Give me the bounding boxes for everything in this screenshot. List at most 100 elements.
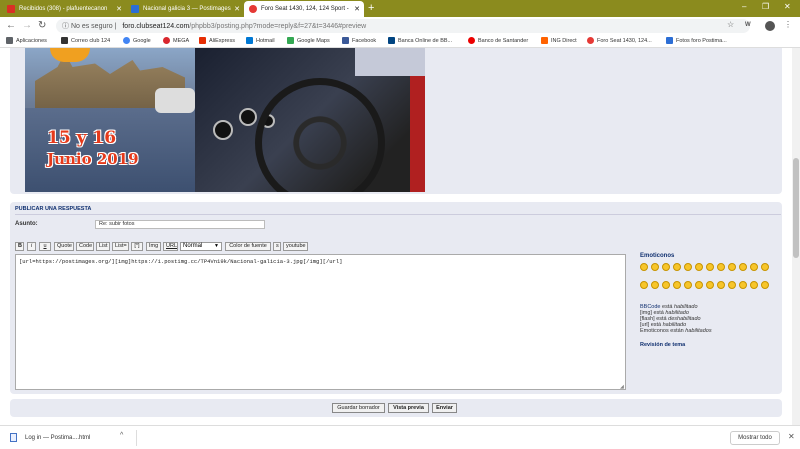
quote-button[interactable]: Quote	[54, 242, 74, 251]
browser-chrome: Recibidos (308) - plafuentecanon ✕ Nacio…	[0, 0, 800, 48]
bookmark-item[interactable]: ING Direct	[541, 37, 577, 44]
close-tab-icon[interactable]: ✕	[354, 5, 360, 13]
tab-postimages[interactable]: Nacional galicia 3 — Postimages ✕	[126, 1, 244, 17]
emoticon-icon[interactable]	[651, 263, 659, 271]
avatar[interactable]	[765, 21, 775, 31]
forward-icon[interactable]: →	[22, 20, 32, 31]
topic-review-link[interactable]: Revisión de tema	[640, 342, 685, 348]
maximize-button[interactable]: ❐	[762, 2, 769, 11]
bookmark-item[interactable]: AliExpress	[199, 37, 235, 44]
emoticon-icon[interactable]	[706, 263, 714, 271]
bookmark-item[interactable]: MEGA	[163, 37, 189, 44]
strike-button[interactable]: s	[273, 242, 281, 251]
emoticon-icon[interactable]	[739, 281, 747, 289]
emoticon-icon[interactable]	[750, 263, 758, 271]
code-button[interactable]: Code	[76, 242, 94, 251]
google-icon	[123, 37, 130, 44]
poster-date-month: Junio 2019	[47, 150, 139, 168]
seat-icon	[249, 5, 257, 13]
emoticon-icon[interactable]	[717, 263, 725, 271]
submit-button[interactable]: Enviar	[432, 403, 457, 413]
underline-button[interactable]: u	[39, 242, 51, 251]
emoticon-icon[interactable]	[662, 263, 670, 271]
tab-gmail[interactable]: Recibidos (308) - plafuentecanon ✕	[2, 1, 126, 17]
emoticon-icon[interactable]	[728, 263, 736, 271]
emoticons-grid	[640, 262, 780, 298]
chevron-down-icon: ▼	[214, 243, 219, 249]
bbcode-status: BBCode está habilitado [img] está habili…	[640, 304, 712, 334]
bold-button[interactable]: B	[15, 242, 24, 251]
message-textarea[interactable]: [url=https://postimages.org/][img]https:…	[15, 254, 626, 390]
url-bar[interactable]: ⓘ No es seguro | foro.clubseat124.com/ph…	[56, 19, 750, 33]
emoticon-icon[interactable]	[695, 263, 703, 271]
list-button[interactable]: List	[96, 242, 110, 251]
emoticon-icon[interactable]	[673, 281, 681, 289]
scrollbar-thumb[interactable]	[793, 158, 799, 258]
emoticon-icon[interactable]	[684, 263, 692, 271]
img-button[interactable]: Img	[146, 242, 161, 251]
bookmark-item[interactable]: Google Maps	[287, 37, 330, 44]
bookmark-item[interactable]: Facebook	[342, 37, 376, 44]
bookmark-apps[interactable]: Aplicaciones	[6, 37, 47, 44]
chevron-up-icon[interactable]: ^	[120, 432, 123, 439]
mega-icon	[163, 37, 170, 44]
santander-icon	[468, 37, 475, 44]
close-window-button[interactable]: ✕	[784, 2, 791, 11]
apps-icon	[6, 37, 13, 44]
subject-input[interactable]: Re: subir fotos	[95, 220, 265, 229]
emoticon-icon[interactable]	[739, 263, 747, 271]
bookmark-item[interactable]: Fotos foro Postima...	[666, 37, 727, 44]
poster-date-days: 15 y 16	[47, 128, 117, 148]
bookmark-item[interactable]: Google	[123, 37, 151, 44]
close-tab-icon[interactable]: ✕	[234, 5, 240, 13]
star-icon[interactable]: ☆	[727, 20, 734, 29]
bookmark-label: Foro Seat 1430, 124...	[597, 37, 652, 44]
emoticons-title: Emoticonos	[640, 253, 675, 259]
emoticon-icon[interactable]	[684, 281, 692, 289]
bookmark-item[interactable]: Foro Seat 1430, 124...	[587, 37, 652, 44]
emoticon-icon[interactable]	[728, 281, 736, 289]
emoticon-icon[interactable]	[750, 281, 758, 289]
back-icon[interactable]: ←	[6, 20, 16, 31]
bookmark-item[interactable]: Correo club 124	[61, 37, 110, 44]
font-color-button[interactable]: Color de fuente	[225, 242, 271, 251]
url-button[interactable]: URL	[163, 242, 178, 251]
emoticon-icon[interactable]	[761, 263, 769, 271]
font-size-select[interactable]: Normal ▼	[180, 242, 222, 251]
bookmark-item[interactable]: Hotmail	[246, 37, 275, 44]
emoticon-icon[interactable]	[717, 281, 725, 289]
close-icon[interactable]: ✕	[788, 432, 795, 441]
save-draft-button[interactable]: Guardar borrador	[332, 403, 385, 413]
list-item-button[interactable]: [*]	[131, 242, 143, 251]
list-ordered-button[interactable]: List=	[112, 242, 129, 251]
emoticon-icon[interactable]	[673, 263, 681, 271]
security-indicator[interactable]: ⓘ No es seguro |	[62, 21, 116, 31]
emoticon-icon[interactable]	[662, 281, 670, 289]
download-item[interactable]: Log in — Postima....html	[10, 433, 90, 442]
italic-button[interactable]: i	[27, 242, 36, 251]
extension-icon[interactable]: W	[745, 22, 751, 28]
reload-icon[interactable]: ↻	[38, 20, 46, 31]
maps-icon	[287, 37, 294, 44]
bookmark-item[interactable]: Banca Online de BB...	[388, 37, 452, 44]
show-all-downloads-button[interactable]: Mostrar todo	[730, 431, 780, 445]
new-tab-button[interactable]: +	[368, 2, 374, 14]
page-scrollbar[interactable]	[792, 48, 800, 425]
close-tab-icon[interactable]: ✕	[116, 5, 122, 13]
hotmail-icon	[246, 37, 253, 44]
menu-icon[interactable]: ⋮	[784, 20, 792, 29]
resize-handle-icon[interactable]: ◢	[620, 384, 624, 390]
emoticon-icon[interactable]	[640, 263, 648, 271]
emoticon-icon[interactable]	[761, 281, 769, 289]
emoticon-icon[interactable]	[695, 281, 703, 289]
minimize-button[interactable]: –	[742, 2, 746, 11]
bookmark-label: Facebook	[352, 37, 377, 44]
youtube-button[interactable]: youtube	[283, 242, 308, 251]
emoticon-icon[interactable]	[651, 281, 659, 289]
tab-foro-seat[interactable]: Foro Seat 1430, 124, 124 Sport - ✕	[244, 1, 364, 17]
emoticon-icon[interactable]	[640, 281, 648, 289]
preview-button[interactable]: Vista previa	[388, 403, 429, 413]
file-icon	[10, 433, 17, 442]
bookmark-item[interactable]: Banco de Santander	[468, 37, 528, 44]
emoticon-icon[interactable]	[706, 281, 714, 289]
